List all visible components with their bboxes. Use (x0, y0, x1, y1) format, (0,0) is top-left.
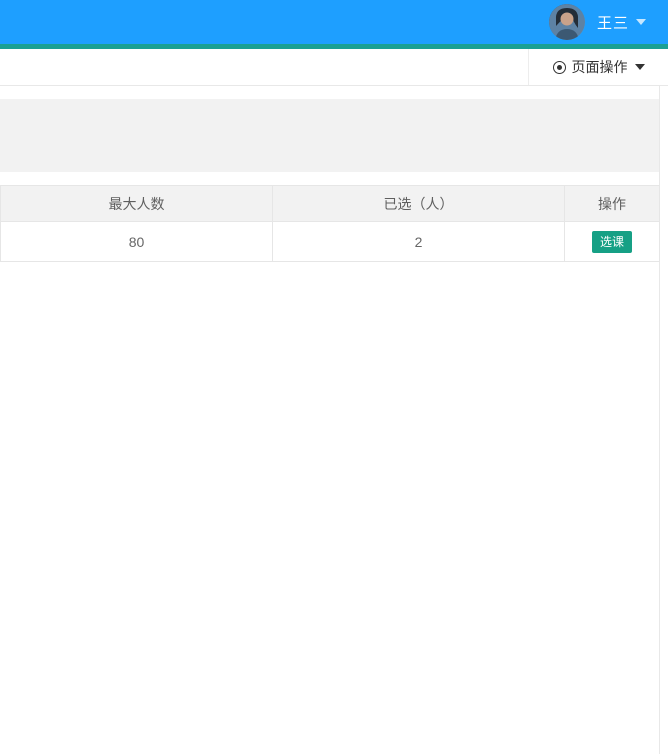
filter-panel (0, 99, 659, 172)
course-table: 最大人数 已选（人） 操作 80 2 选课 (0, 185, 660, 262)
page-actions-dropdown[interactable]: 页面操作 (528, 49, 668, 85)
chevron-down-icon (636, 19, 646, 25)
avatar-image (548, 4, 585, 40)
table-header-row: 最大人数 已选（人） 操作 (0, 185, 660, 222)
toolbar: 页面操作 (0, 49, 668, 86)
chevron-down-icon (634, 64, 645, 70)
top-navbar: 王三 (0, 0, 668, 44)
column-header-max-people: 最大人数 (0, 185, 273, 222)
column-header-actions: 操作 (564, 185, 660, 222)
radio-dot-icon (552, 60, 566, 74)
username-label: 王三 (596, 14, 629, 32)
cell-selected-people: 2 (272, 221, 565, 262)
cell-actions: 选课 (564, 221, 660, 262)
column-header-selected-people: 已选（人） (272, 185, 565, 222)
select-course-button[interactable]: 选课 (591, 230, 632, 253)
user-menu[interactable]: 王三 (548, 4, 646, 40)
page-actions-label: 页面操作 (571, 59, 628, 75)
table-row: 80 2 选课 (0, 221, 660, 262)
content-area: 最大人数 已选（人） 操作 80 2 选课 (0, 86, 660, 754)
user-avatar[interactable] (548, 4, 585, 40)
cell-max-people: 80 (0, 221, 273, 262)
